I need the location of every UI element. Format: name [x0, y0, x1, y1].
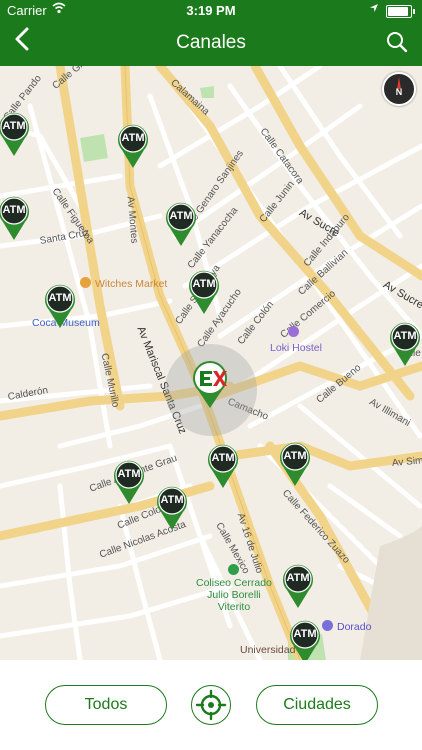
atm-label: ATM [117, 468, 141, 480]
atm-pin-icon [157, 486, 187, 530]
status-bar: Carrier 3:19 PM [0, 0, 422, 22]
poi-label: Loki Hostel [270, 342, 322, 354]
atm-pin[interactable]: ATM [282, 564, 314, 610]
atm-label: ATM [121, 132, 145, 144]
ciudades-button[interactable]: Ciudades [256, 685, 378, 725]
exchange-pin-icon [193, 360, 227, 408]
atm-label: ATM [192, 278, 216, 290]
locate-button[interactable] [191, 685, 231, 725]
atm-pin-icon [114, 460, 144, 504]
atm-pin[interactable]: ATM [117, 124, 149, 170]
atm-pin-icon [283, 564, 313, 608]
hotel-icon [322, 620, 333, 631]
atm-pin[interactable]: ATM [279, 442, 311, 488]
atm-pin[interactable]: ATM [156, 486, 188, 532]
poi-loki-hostel[interactable]: Loki Hostel [270, 326, 322, 354]
atm-pin[interactable]: ATM [113, 460, 145, 506]
atm-pin[interactable]: ATM [0, 196, 30, 242]
atm-pin[interactable]: ATM [389, 322, 421, 368]
poi-label: Dorado [337, 621, 372, 633]
atm-label: ATM [283, 450, 307, 462]
atm-pin[interactable]: ATM [44, 284, 76, 330]
atm-pin-icon [0, 196, 29, 240]
atm-pin[interactable]: ATM [165, 202, 197, 248]
atm-label: ATM [169, 210, 193, 222]
atm-label: ATM [2, 120, 26, 132]
shopping-icon [80, 277, 91, 288]
poi-universidad[interactable]: Universidad [240, 644, 295, 656]
poi-dorado[interactable]: Dorado [322, 620, 371, 633]
location-arrow-icon [369, 3, 379, 16]
poi-label: Witches Market [95, 278, 168, 290]
exchange-pin[interactable] [188, 360, 232, 410]
page-title: Canales [176, 32, 246, 53]
todos-button[interactable]: Todos [45, 685, 167, 725]
bottom-bar: Todos Ciudades [0, 660, 422, 750]
crosshair-icon [195, 689, 227, 721]
atm-label: ATM [160, 494, 184, 506]
nav-bar: Canales [0, 22, 422, 66]
compass-button[interactable]: N [382, 72, 416, 106]
stadium-icon [228, 564, 240, 575]
poi-witches-market[interactable]: Witches Market [80, 277, 167, 290]
atm-label: ATM [293, 628, 317, 640]
atm-pin[interactable]: ATM [0, 112, 30, 158]
atm-pin-icon [189, 270, 219, 314]
atm-pin-icon [45, 284, 75, 328]
atm-pin[interactable]: ATM [207, 444, 239, 490]
poi-coliseo[interactable]: Coliseo Cerrado Julio Borelli Viterito [196, 552, 272, 613]
atm-pin-icon [390, 322, 420, 366]
search-icon [387, 32, 408, 53]
atm-pin-icon [208, 444, 238, 488]
map-view[interactable]: Calle Pando Calle Figueroa Santa Cruz Av… [0, 66, 422, 660]
atm-pin-icon [290, 620, 320, 660]
atm-pin[interactable]: ATM [188, 270, 220, 316]
atm-label: ATM [286, 572, 310, 584]
search-button[interactable] [386, 31, 408, 58]
atm-label: ATM [48, 292, 72, 304]
atm-pin[interactable]: ATM [289, 620, 321, 660]
atm-label: ATM [211, 452, 235, 464]
battery-icon [386, 5, 415, 18]
poi-label: Coliseo Cerrado Julio Borelli Viterito [196, 577, 272, 613]
compass-north-label: N [395, 87, 403, 97]
atm-label: ATM [393, 330, 417, 342]
hotel-icon [288, 326, 299, 337]
status-time: 3:19 PM [186, 3, 236, 18]
atm-label: ATM [2, 204, 26, 216]
poi-label: Universidad [240, 644, 296, 656]
atm-pin-icon [166, 202, 196, 246]
atm-pin-icon [118, 124, 148, 168]
atm-pin-icon [280, 442, 310, 486]
atm-pin-icon [0, 112, 29, 156]
